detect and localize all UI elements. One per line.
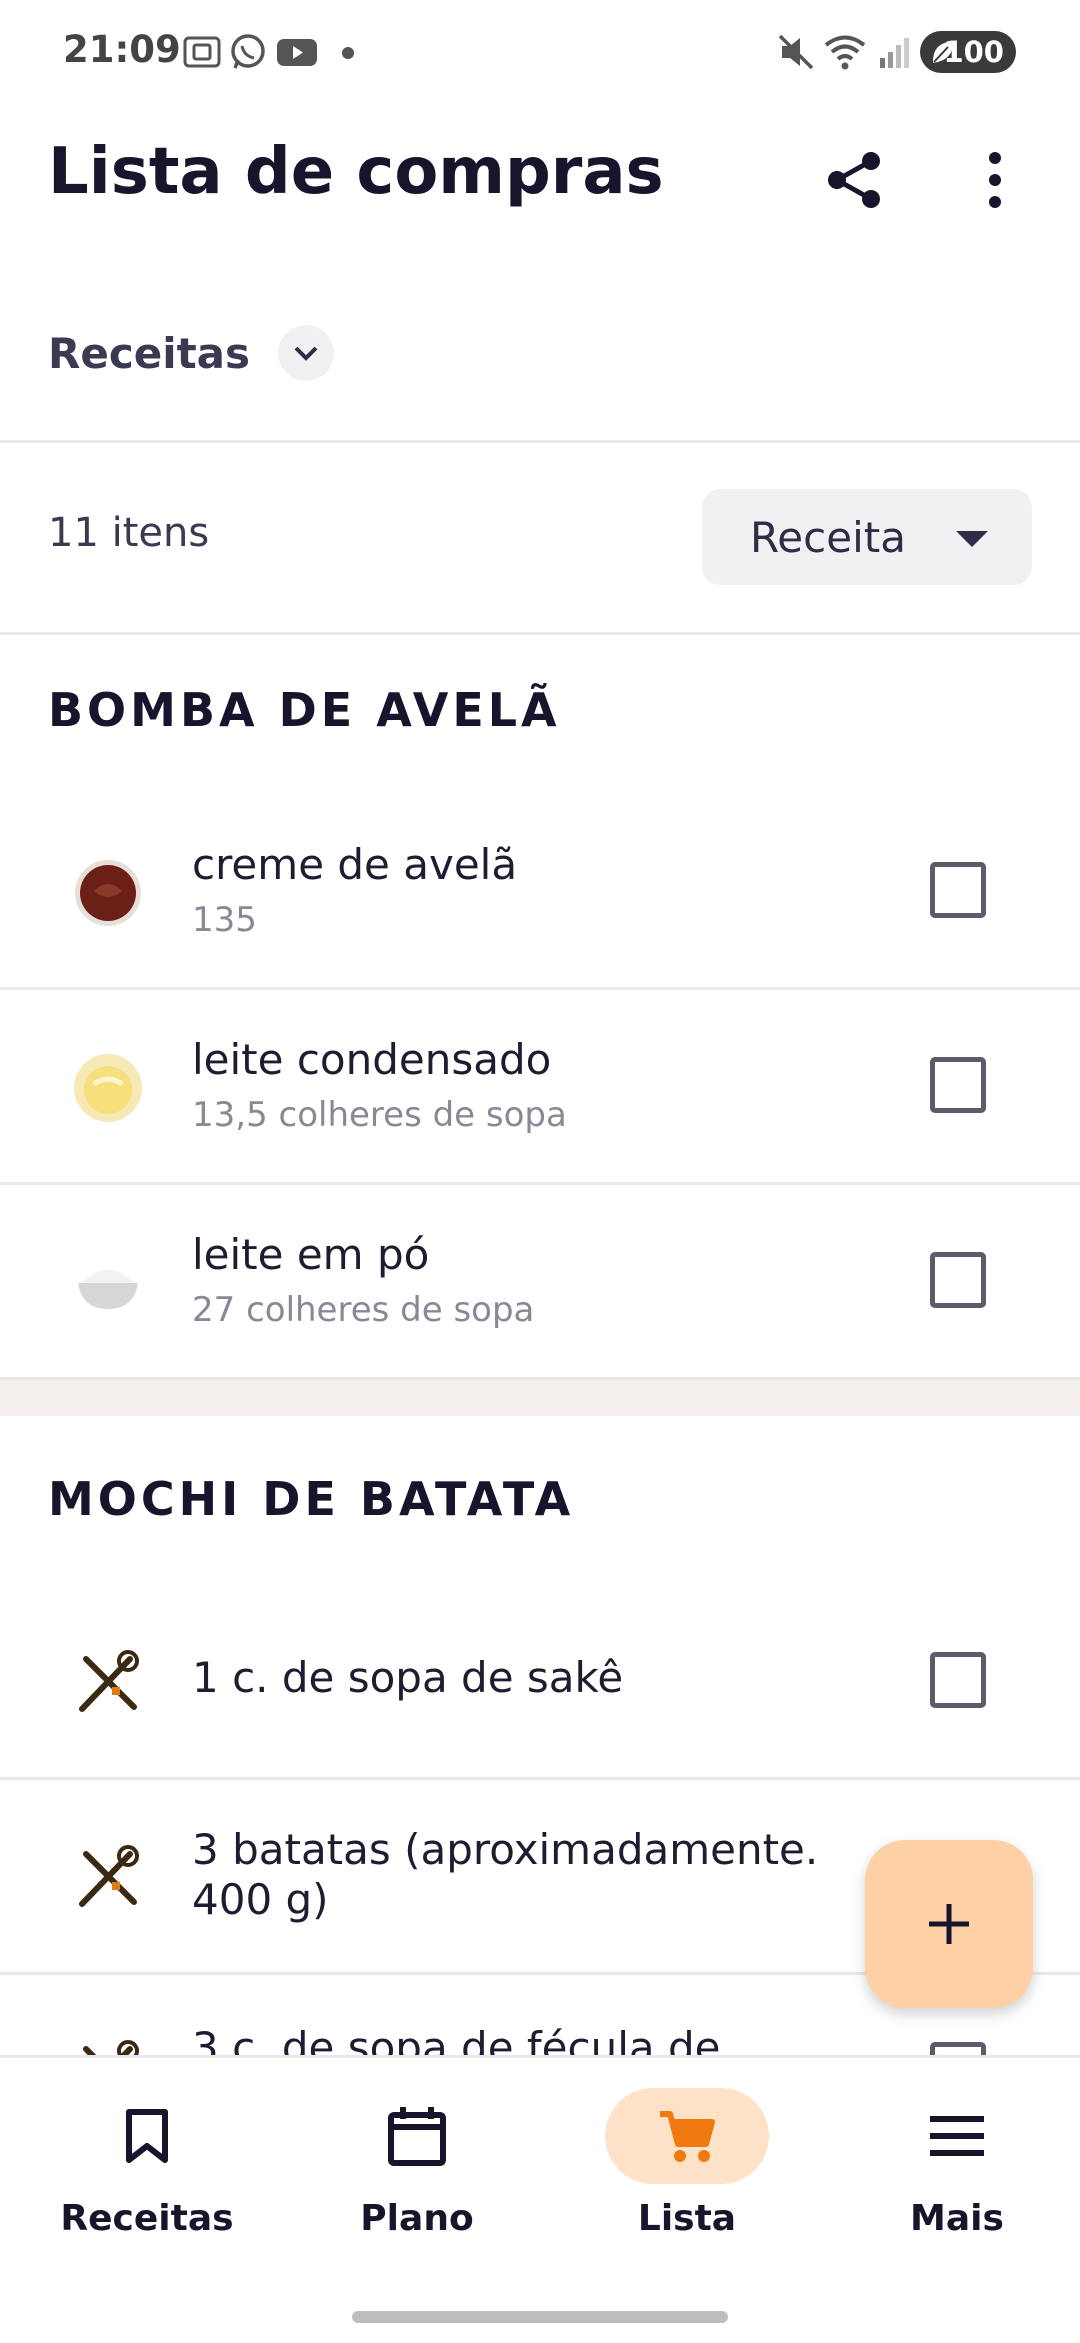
utensils-icon <box>79 1650 139 1712</box>
section-title: BOMBA DE AVELÃ <box>48 683 561 737</box>
nav-item-mais[interactable]: Mais <box>822 2058 1080 2258</box>
sort-dropdown[interactable]: Receita <box>702 489 1032 585</box>
utensils-icon <box>79 1845 139 1907</box>
page-title: Lista de compras <box>48 135 664 209</box>
item-checkbox[interactable] <box>930 1252 986 1308</box>
hazelnut-cream-icon <box>75 860 141 926</box>
status-time: 21:09 <box>63 28 181 71</box>
item-checkbox[interactable] <box>930 862 986 918</box>
chevron-down-icon <box>294 346 318 361</box>
item-name: 1 c. de sopa de sakê <box>192 1653 624 1702</box>
item-quantity: 27 colheres de sopa <box>192 1290 535 1330</box>
sort-label: Receita <box>750 512 906 562</box>
leaf-icon <box>932 41 954 63</box>
item-checkbox[interactable] <box>930 1057 986 1113</box>
filter-label: Receitas <box>48 328 251 378</box>
condensed-milk-icon <box>74 1054 142 1122</box>
nav-icon-wrap <box>97 2088 197 2184</box>
section-title: MOCHI DE BATATA <box>48 1472 575 1526</box>
more-vert-icon <box>989 152 1001 208</box>
nav-icon-wrap <box>907 2088 1007 2184</box>
filter-dropdown-button[interactable] <box>278 325 335 381</box>
powdered-milk-icon <box>78 1270 138 1309</box>
item-name: leite condensado <box>192 1035 552 1084</box>
mute-icon <box>778 34 814 70</box>
nav-icon-wrap <box>367 2088 467 2184</box>
nav-item-lista[interactable]: Lista <box>552 2058 822 2258</box>
section-separator <box>0 1380 1080 1416</box>
battery-icon: 100 <box>920 31 1016 73</box>
screenshot-icon <box>183 36 221 68</box>
item-name: 3 batatas (aproximadamente. 400 g) <box>192 1825 819 1924</box>
share-button[interactable] <box>815 140 895 220</box>
youtube-icon <box>277 39 317 66</box>
item-name: creme de avelã <box>192 840 518 889</box>
nav-icon-wrap <box>605 2088 769 2184</box>
menu-icon <box>930 2116 984 2156</box>
list-item[interactable]: 1 c. de sopa de sakê <box>0 1585 1080 1780</box>
item-quantity: 13,5 colheres de sopa <box>192 1095 567 1135</box>
nav-label: Receitas <box>60 2198 234 2239</box>
home-indicator[interactable] <box>352 2311 728 2323</box>
nav-item-plano[interactable]: Plano <box>282 2058 552 2258</box>
item-quantity: 135 <box>192 900 257 940</box>
bottom-navigation: Receitas Plano Lista Mais <box>0 2055 1080 2343</box>
item-name: leite em pó <box>192 1230 430 1279</box>
divider <box>0 632 1080 635</box>
status-bar: 21:09 100 <box>0 0 1080 105</box>
caret-down-icon <box>956 531 988 547</box>
signal-icon <box>880 38 909 68</box>
item-count: 11 itens <box>48 510 210 556</box>
more-options-button[interactable] <box>955 140 1035 220</box>
item-checkbox[interactable] <box>930 1652 986 1708</box>
divider <box>0 440 1080 443</box>
wifi-icon <box>824 35 866 70</box>
dot-icon <box>342 47 354 59</box>
list-item[interactable]: leite em pó 27 colheres de sopa <box>0 1185 1080 1380</box>
cart-icon <box>660 2111 715 2162</box>
add-item-button[interactable] <box>865 1840 1033 2008</box>
whatsapp-icon <box>231 34 265 69</box>
list-item[interactable]: creme de avelã 135 <box>0 795 1080 990</box>
recipes-filter[interactable]: Receitas <box>48 325 335 381</box>
nav-item-receitas[interactable]: Receitas <box>12 2058 282 2258</box>
nav-label: Mais <box>910 2198 1004 2239</box>
list-item[interactable]: leite condensado 13,5 colheres de sopa <box>0 990 1080 1185</box>
nav-label: Plano <box>360 2198 474 2239</box>
bookmark-icon <box>126 2109 168 2163</box>
share-icon <box>828 152 880 208</box>
plus-icon <box>929 1904 969 1944</box>
nav-label: Lista <box>637 2198 737 2239</box>
calendar-icon <box>388 2107 446 2166</box>
